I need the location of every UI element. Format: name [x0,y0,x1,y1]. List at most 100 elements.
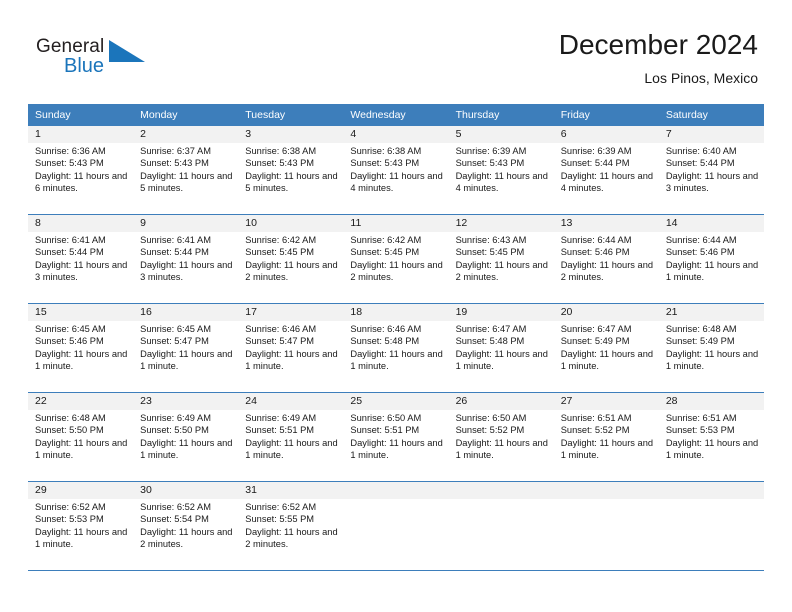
week-detail-row: Sunrise: 6:36 AM Sunset: 5:43 PM Daylight:… [28,143,764,214]
day-cell[interactable]: Sunrise: 6:47 AM Sunset: 5:48 PM Daylight:… [449,321,554,392]
day-cell[interactable]: Sunrise: 6:49 AM Sunset: 5:51 PM Daylight:… [238,410,343,481]
sunset-text: Sunset: 5:53 PM [665,425,735,436]
day-cell[interactable]: Sunrise: 6:43 AM Sunset: 5:45 PM Daylight:… [449,232,554,303]
day-cell[interactable]: Sunrise: 6:45 AM Sunset: 5:46 PM Daylight:… [28,321,133,392]
day-number[interactable]: 27 [554,393,659,410]
day-number[interactable]: 17 [238,304,343,321]
daylight-text: Daylight: 11 hours and 2 minutes. [245,526,338,550]
day-number[interactable]: 2 [133,126,238,143]
day-number[interactable]: 8 [28,215,133,232]
day-number[interactable]: 24 [238,393,343,410]
sunset-text: Sunset: 5:46 PM [665,247,735,258]
day-number-empty [343,482,448,499]
page-subtitle: Los Pinos, Mexico [644,70,758,86]
day-number[interactable]: 23 [133,393,238,410]
sunset-text: Sunset: 5:49 PM [560,336,630,347]
day-cell[interactable]: Sunrise: 6:48 AM Sunset: 5:50 PM Daylight:… [28,410,133,481]
day-cell[interactable]: Sunrise: 6:40 AM Sunset: 5:44 PM Daylight:… [659,143,764,214]
day-cell-empty [343,499,448,570]
day-cell[interactable]: Sunrise: 6:44 AM Sunset: 5:46 PM Daylight:… [554,232,659,303]
sunset-text: Sunset: 5:44 PM [560,158,630,169]
day-cell[interactable]: Sunrise: 6:38 AM Sunset: 5:43 PM Daylight:… [238,143,343,214]
day-number[interactable]: 18 [343,304,448,321]
sunset-text: Sunset: 5:47 PM [245,336,315,347]
weekday-header-thursday: Thursday [455,109,500,121]
day-number[interactable]: 31 [238,482,343,499]
sunset-text: Sunset: 5:52 PM [560,425,630,436]
day-number[interactable]: 1 [28,126,133,143]
day-number[interactable]: 16 [133,304,238,321]
day-number[interactable]: 26 [449,393,554,410]
day-cell[interactable]: Sunrise: 6:39 AM Sunset: 5:43 PM Daylight:… [449,143,554,214]
day-cell[interactable]: Sunrise: 6:51 AM Sunset: 5:53 PM Daylight:… [659,410,764,481]
day-cell[interactable]: Sunrise: 6:47 AM Sunset: 5:49 PM Daylight:… [554,321,659,392]
week-detail-row: Sunrise: 6:52 AM Sunset: 5:53 PM Daylight:… [28,499,764,570]
page-header: General Blue December 2024 Los Pinos, Me… [0,0,792,104]
day-cell[interactable]: Sunrise: 6:52 AM Sunset: 5:55 PM Daylight:… [238,499,343,570]
day-cell[interactable]: Sunrise: 6:41 AM Sunset: 5:44 PM Daylight:… [133,232,238,303]
day-number[interactable]: 21 [659,304,764,321]
sunset-text: Sunset: 5:43 PM [350,158,420,169]
day-number[interactable]: 19 [449,304,554,321]
day-number[interactable]: 11 [343,215,448,232]
sunrise-text: Sunrise: 6:41 AM [140,235,211,245]
day-cell[interactable]: Sunrise: 6:38 AM Sunset: 5:43 PM Daylight:… [343,143,448,214]
day-cell[interactable]: Sunrise: 6:52 AM Sunset: 5:53 PM Daylight:… [28,499,133,570]
daylight-text: Daylight: 11 hours and 1 minute. [665,348,759,372]
sunset-text: Sunset: 5:43 PM [455,158,525,169]
calendar-weeks: 1 2 3 4 5 6 7 Sunrise: 6:36 AM Sunset: 5:43 PM Da… [28,126,764,571]
day-cell[interactable]: Sunrise: 6:50 AM Sunset: 5:52 PM Daylight:… [449,410,554,481]
day-cell[interactable]: Sunrise: 6:42 AM Sunset: 5:45 PM Daylight:… [238,232,343,303]
sunset-text: Sunset: 5:54 PM [140,514,209,525]
day-number[interactable]: 10 [238,215,343,232]
daylight-text: Daylight: 11 hours and 2 minutes. [455,259,548,283]
day-number[interactable]: 13 [554,215,659,232]
day-number[interactable]: 20 [554,304,659,321]
sunset-text: Sunset: 5:44 PM [140,247,209,258]
day-cell[interactable]: Sunrise: 6:42 AM Sunset: 5:45 PM Daylight:… [343,232,448,303]
day-number[interactable]: 6 [554,126,659,143]
sunrise-text: Sunrise: 6:48 AM [665,324,737,334]
day-number[interactable]: 14 [659,215,764,232]
day-number[interactable]: 7 [659,126,764,143]
day-cell[interactable]: Sunrise: 6:51 AM Sunset: 5:52 PM Daylight:… [554,410,659,481]
day-cell[interactable]: Sunrise: 6:41 AM Sunset: 5:44 PM Daylight:… [28,232,133,303]
day-cell[interactable]: Sunrise: 6:50 AM Sunset: 5:51 PM Daylight:… [343,410,448,481]
day-number[interactable]: 9 [133,215,238,232]
day-number-empty [554,482,659,499]
day-cell[interactable]: Sunrise: 6:46 AM Sunset: 5:48 PM Daylight:… [343,321,448,392]
day-cell[interactable]: Sunrise: 6:44 AM Sunset: 5:46 PM Daylight:… [659,232,764,303]
day-number[interactable]: 12 [449,215,554,232]
day-number[interactable]: 3 [238,126,343,143]
calendar-week-row: 15 16 17 18 19 20 21 Sunrise: 6:45 AM Sunset: 5:… [28,304,764,393]
day-number[interactable]: 4 [343,126,448,143]
logo[interactable]: General Blue [36,36,186,88]
day-number[interactable]: 22 [28,393,133,410]
day-number[interactable]: 30 [133,482,238,499]
daylight-text: Daylight: 11 hours and 1 minute. [35,526,128,550]
sunrise-text: Sunrise: 6:46 AM [245,324,317,334]
week-day-number-row: 1234567 [28,126,764,143]
day-number[interactable]: 25 [343,393,448,410]
sunrise-text: Sunrise: 6:36 AM [35,146,106,156]
day-cell-empty [449,499,554,570]
day-number[interactable]: 15 [28,304,133,321]
day-cell[interactable]: Sunrise: 6:46 AM Sunset: 5:47 PM Daylight:… [238,321,343,392]
day-number[interactable]: 5 [449,126,554,143]
sunrise-text: Sunrise: 6:45 AM [140,324,211,334]
day-cell[interactable]: Sunrise: 6:36 AM Sunset: 5:43 PM Daylight:… [28,143,133,214]
weekday-header-saturday: Saturday [665,109,708,121]
daylight-text: Daylight: 11 hours and 4 minutes. [455,170,548,194]
day-cell[interactable]: Sunrise: 6:52 AM Sunset: 5:54 PM Daylight:… [133,499,238,570]
sunrise-text: Sunrise: 6:37 AM [140,146,211,156]
day-cell[interactable]: Sunrise: 6:45 AM Sunset: 5:47 PM Daylight:… [133,321,238,392]
day-number[interactable]: 28 [659,393,764,410]
day-cell[interactable]: Sunrise: 6:39 AM Sunset: 5:44 PM Daylight:… [554,143,659,214]
day-cell[interactable]: Sunrise: 6:37 AM Sunset: 5:43 PM Daylight:… [133,143,238,214]
day-cell[interactable]: Sunrise: 6:48 AM Sunset: 5:49 PM Daylight:… [659,321,764,392]
daylight-text: Daylight: 11 hours and 3 minutes. [140,259,233,283]
day-number[interactable]: 29 [28,482,133,499]
sunrise-text: Sunrise: 6:50 AM [455,413,527,423]
day-cell[interactable]: Sunrise: 6:49 AM Sunset: 5:50 PM Daylight:… [133,410,238,481]
sunrise-text: Sunrise: 6:51 AM [560,413,632,423]
